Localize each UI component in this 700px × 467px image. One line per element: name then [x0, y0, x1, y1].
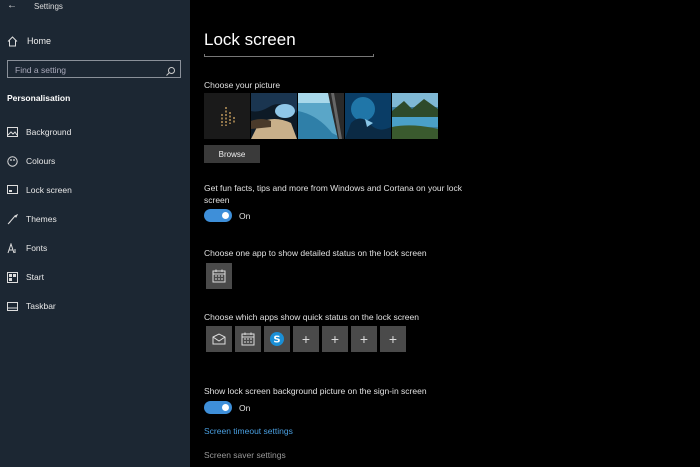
sidebar-item-colours[interactable]: Colours: [6, 154, 186, 168]
main-content: Lock screen Choose your picture Browse G…: [190, 0, 700, 467]
title-underline: [204, 54, 374, 57]
toggle-knob: [222, 404, 229, 411]
brush-icon: [6, 213, 18, 225]
coast-image: [298, 93, 344, 139]
picture-thumb-underwater[interactable]: [345, 93, 391, 139]
signin-bg-toggle[interactable]: [204, 401, 232, 414]
quick-status-add-button-4[interactable]: +: [380, 326, 406, 352]
beach-image: [251, 93, 297, 139]
picture-thumbnails: [204, 93, 438, 139]
picture-thumb-coast[interactable]: [298, 93, 344, 139]
current-picture-icon: [221, 107, 235, 126]
screen-saver-link[interactable]: Screen saver settings: [204, 450, 286, 460]
home-nav-item[interactable]: Home: [6, 34, 51, 48]
svg-text:S: S: [273, 335, 280, 346]
quick-status-add-button-1[interactable]: +: [293, 326, 319, 352]
plus-icon: +: [330, 331, 340, 347]
quick-status-calendar-button[interactable]: [235, 326, 261, 352]
underwater-image: [345, 93, 391, 139]
search-input[interactable]: Find a setting: [7, 60, 181, 78]
sidebar-item-label: Lock screen: [26, 185, 72, 195]
browse-button[interactable]: Browse: [204, 145, 260, 163]
plus-icon: +: [359, 331, 369, 347]
picture-thumb-lake[interactable]: [392, 93, 438, 139]
mail-icon: [212, 333, 226, 345]
palette-icon: [6, 155, 18, 167]
sidebar-item-label: Start: [26, 272, 44, 282]
signin-bg-label: Show lock screen background picture on t…: [204, 386, 427, 396]
choose-picture-label: Choose your picture: [204, 80, 281, 90]
title-bar: ← Settings: [0, 0, 190, 14]
calendar-icon: [241, 332, 255, 346]
screen-timeout-link[interactable]: Screen timeout settings: [204, 426, 293, 436]
toggle-knob: [222, 212, 229, 219]
fun-facts-state: On: [239, 211, 251, 221]
font-icon: [6, 242, 18, 254]
sidebar-item-label: Taskbar: [26, 301, 56, 311]
sidebar-item-start[interactable]: Start: [6, 270, 186, 284]
quick-status-label: Choose which apps show quick status on t…: [204, 312, 419, 322]
sidebar-item-taskbar[interactable]: Taskbar: [6, 299, 186, 313]
fun-facts-toggle[interactable]: [204, 209, 232, 222]
home-icon: [6, 35, 18, 47]
plus-icon: +: [301, 331, 311, 347]
picture-thumb-beach[interactable]: [251, 93, 297, 139]
detailed-status-calendar-button[interactable]: [206, 263, 232, 289]
sidebar-item-label: Colours: [26, 156, 56, 166]
quick-status-skype-button[interactable]: S: [264, 326, 290, 352]
sidebar-item-label: Fonts: [26, 243, 48, 253]
search-icon[interactable]: [165, 64, 176, 76]
quick-status-add-button-2[interactable]: +: [322, 326, 348, 352]
back-arrow-icon[interactable]: ←: [7, 0, 17, 11]
lake-image: [392, 93, 438, 139]
signin-bg-state: On: [239, 403, 251, 413]
start-icon: [6, 271, 18, 283]
detailed-status-label: Choose one app to show detailed status o…: [204, 248, 427, 258]
picture-thumb-current[interactable]: [204, 93, 250, 139]
fun-facts-label: Get fun facts, tips and more from Window…: [204, 183, 462, 205]
sidebar-item-lock-screen[interactable]: Lock screen: [6, 183, 186, 197]
skype-icon: S: [270, 332, 284, 346]
taskbar-icon: [6, 300, 18, 312]
sidebar-item-fonts[interactable]: Fonts: [6, 241, 186, 255]
picture-icon: [6, 126, 18, 138]
sidebar-item-label: Themes: [26, 214, 57, 224]
page-title: Lock screen: [204, 30, 296, 49]
quick-status-add-button-3[interactable]: +: [351, 326, 377, 352]
lock-screen-icon: [6, 184, 18, 196]
section-heading: Personalisation: [7, 93, 71, 103]
sidebar-item-label: Background: [26, 127, 72, 137]
plus-icon: +: [388, 331, 398, 347]
calendar-icon: [212, 269, 226, 283]
sidebar-item-background[interactable]: Background: [6, 125, 186, 139]
app-title: Settings: [34, 2, 63, 11]
quick-status-mail-button[interactable]: [206, 326, 232, 352]
sidebar-item-themes[interactable]: Themes: [6, 212, 186, 226]
sidebar: ← Settings Home Find a setting Personali…: [0, 0, 190, 467]
search-placeholder: Find a setting: [15, 65, 67, 75]
home-label: Home: [27, 36, 52, 46]
